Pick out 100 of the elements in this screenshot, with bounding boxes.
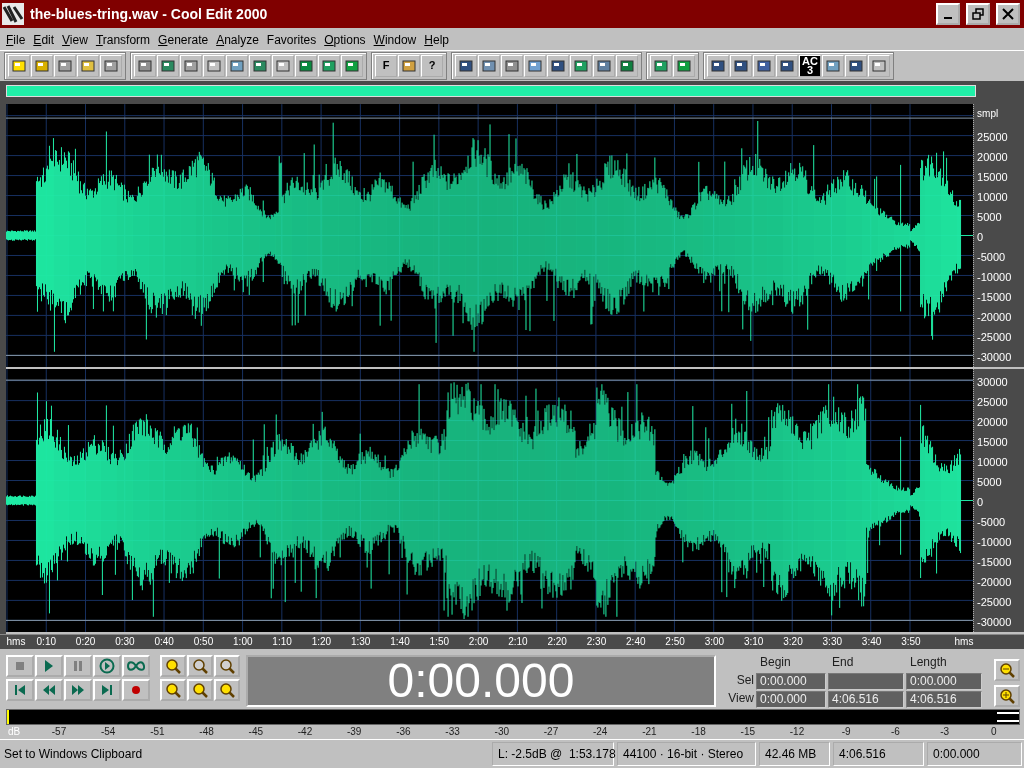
toolbar-button[interactable] — [100, 54, 122, 77]
toolbar-button[interactable] — [398, 54, 420, 77]
toolbar-button[interactable] — [501, 54, 523, 77]
row-label: Sel — [735, 673, 754, 690]
zoom-full-button[interactable] — [214, 655, 240, 678]
time-field[interactable]: 0:00.000 — [756, 673, 826, 691]
zoom-in-vertical-button[interactable] — [994, 685, 1020, 708]
restore-button[interactable] — [966, 2, 990, 25]
toolbar-button[interactable] — [616, 54, 638, 77]
go-to-end-button[interactable] — [93, 679, 121, 702]
zoom-left-button[interactable] — [187, 679, 213, 702]
toolbar-button[interactable] — [845, 54, 867, 77]
rewind-button[interactable] — [35, 679, 63, 702]
toolbar-button[interactable] — [524, 54, 546, 77]
tool-icon — [322, 58, 336, 73]
toolbar-button[interactable] — [707, 54, 729, 77]
close-button[interactable] — [996, 2, 1020, 25]
ruler-label: 3:10 — [743, 636, 764, 648]
toolbar-button[interactable] — [31, 54, 53, 77]
zoom-out-button[interactable] — [187, 655, 213, 678]
play-to-end-button[interactable] — [93, 655, 121, 678]
column-header: End — [831, 655, 855, 672]
toolbar-button[interactable] — [134, 54, 156, 77]
status-cell: 4:06.516 — [833, 742, 924, 767]
overview-bar[interactable] — [6, 84, 976, 97]
stop-icon — [15, 661, 25, 672]
tool-icon — [161, 58, 175, 73]
toolbar-button[interactable] — [249, 54, 271, 77]
waveform-drawing[interactable] — [6, 369, 974, 633]
toolbar-button[interactable] — [455, 54, 477, 77]
loop-button[interactable] — [122, 655, 150, 678]
scale-label: -39 — [346, 726, 362, 738]
scale-label: -15 — [740, 726, 755, 738]
waveform-drawing[interactable] — [6, 104, 974, 368]
tool-icon — [276, 58, 290, 73]
axis-label: 30000 — [976, 375, 1009, 391]
toolbar-button[interactable] — [570, 54, 592, 77]
toolbar-button[interactable] — [226, 54, 248, 77]
scale-label: -57 — [51, 726, 67, 738]
menu-item[interactable]: Transform — [91, 32, 155, 47]
toolbar-button[interactable] — [673, 54, 695, 77]
toolbar-button[interactable] — [272, 54, 294, 77]
toolbar-button[interactable] — [77, 54, 99, 77]
record-icon — [131, 685, 141, 696]
minimize-button[interactable] — [936, 2, 960, 25]
toolbar-button[interactable] — [868, 54, 890, 77]
time-field[interactable] — [828, 673, 904, 691]
toolbar-button[interactable] — [341, 54, 363, 77]
zoom-selection-button[interactable] — [160, 679, 186, 702]
play-button[interactable] — [35, 655, 63, 678]
menu-item[interactable]: Analyze — [212, 32, 263, 47]
toolbar-button[interactable] — [593, 54, 615, 77]
time-field[interactable]: 4:06.516 — [906, 691, 982, 709]
pause-button[interactable] — [64, 655, 92, 678]
toolbar-button[interactable] — [8, 54, 30, 77]
toolbar-button[interactable] — [776, 54, 798, 77]
menu-item[interactable]: View — [58, 32, 92, 47]
scale-label: -42 — [297, 726, 313, 738]
menu-item[interactable]: Generate — [154, 32, 213, 47]
status-cell: L: -2.5dB @ 1:53.178 — [492, 742, 614, 767]
toolbar-button[interactable] — [730, 54, 752, 77]
toolbar-button[interactable] — [650, 54, 672, 77]
toolbar-button[interactable]: ? — [421, 54, 443, 77]
zoom-right-button[interactable] — [214, 679, 240, 702]
toolbar-button[interactable] — [180, 54, 202, 77]
toolbar-button[interactable] — [54, 54, 76, 77]
record-button[interactable] — [122, 679, 150, 702]
toolbar-button[interactable] — [295, 54, 317, 77]
toolbar-button[interactable] — [478, 54, 500, 77]
axis-label: 5000 — [976, 210, 1003, 226]
stop-button[interactable] — [6, 655, 34, 678]
zoom-out-vertical-button[interactable] — [994, 659, 1020, 682]
menu-item[interactable]: File — [2, 32, 30, 47]
scale-label: -48 — [199, 726, 214, 738]
zoom-in-button[interactable] — [160, 655, 186, 678]
toolbar-button[interactable]: F — [375, 54, 397, 77]
ruler-label: 2:50 — [665, 636, 685, 648]
toolbar-button[interactable] — [157, 54, 179, 77]
axis-label: -15000 — [976, 290, 1013, 306]
toolbar-button[interactable] — [547, 54, 569, 77]
menu-item[interactable]: Help — [420, 32, 453, 47]
toolbar-button[interactable]: AC 3 — [799, 54, 821, 77]
fast-forward-button[interactable] — [64, 679, 92, 702]
menu-item[interactable]: Favorites — [262, 32, 321, 47]
toolbar-button[interactable] — [203, 54, 225, 77]
menu-item[interactable]: Window — [369, 32, 421, 47]
menu-item[interactable]: Options — [320, 32, 370, 47]
time-field[interactable]: 4:06.516 — [828, 691, 904, 709]
magnifier-icon — [999, 688, 1015, 705]
axis-label: -30000 — [976, 350, 1013, 366]
go-to-start-button[interactable] — [6, 679, 34, 702]
toolbar-button[interactable] — [318, 54, 340, 77]
axis-label: 0 — [976, 495, 985, 511]
toolbar-button[interactable] — [753, 54, 775, 77]
menu-item[interactable]: Edit — [29, 32, 59, 47]
time-field[interactable]: 0:00.000 — [756, 691, 826, 709]
time-field[interactable]: 0:00.000 — [906, 673, 982, 691]
tool-icon — [551, 58, 565, 73]
status-message: Set to Windows Clipboard — [3, 747, 144, 762]
toolbar-button[interactable] — [822, 54, 844, 77]
